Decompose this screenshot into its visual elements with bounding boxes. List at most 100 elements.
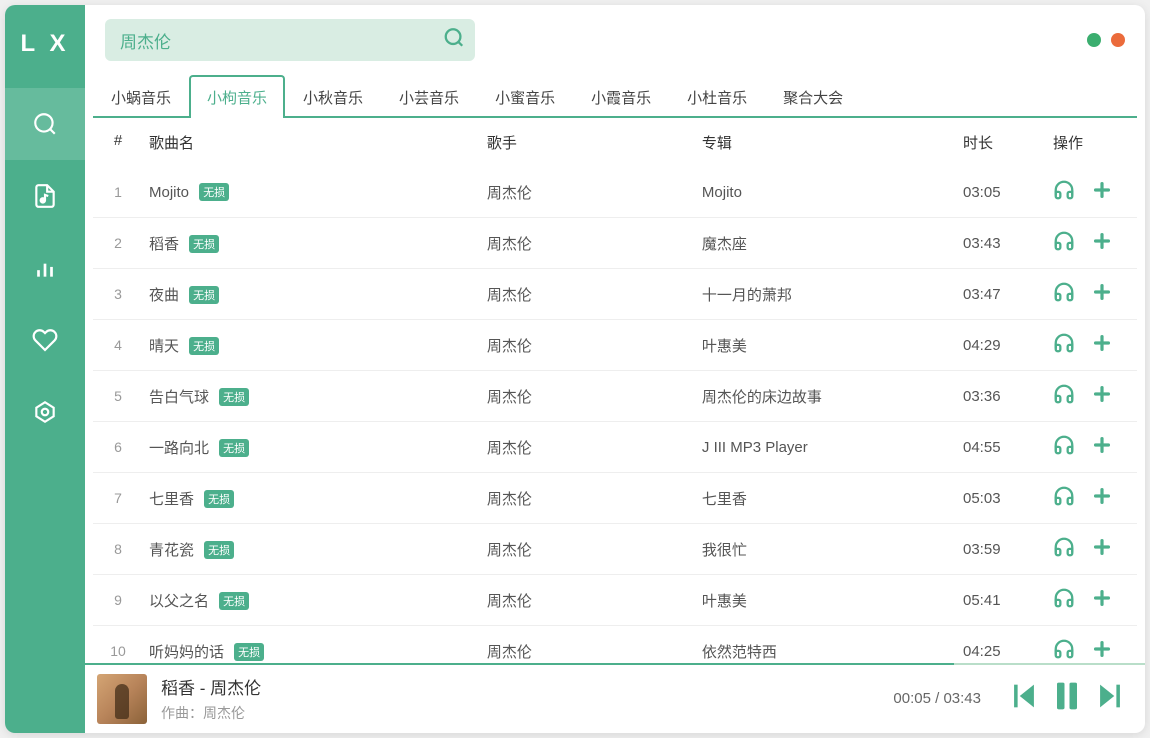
track-info: 稻香 - 周杰伦 作曲：周杰伦 xyxy=(161,674,879,723)
tab-source[interactable]: 小蜗音乐 xyxy=(93,75,189,118)
nav-search[interactable] xyxy=(5,88,85,160)
nav-favorites[interactable] xyxy=(5,304,85,376)
listen-button[interactable] xyxy=(1053,332,1075,358)
nav-leaderboard[interactable] xyxy=(5,232,85,304)
listen-button[interactable] xyxy=(1053,179,1075,205)
song-row[interactable]: 3夜曲 无损周杰伦十一月的萧邦03:47 xyxy=(93,269,1137,320)
nav-songlist[interactable] xyxy=(5,160,85,232)
add-button[interactable] xyxy=(1091,179,1113,205)
row-artist: 周杰伦 xyxy=(487,641,702,662)
headphones-icon xyxy=(1053,536,1075,558)
row-index: 7 xyxy=(97,490,139,506)
song-row[interactable]: 2稻香 无损周杰伦魔杰座03:43 xyxy=(93,218,1137,269)
row-ops xyxy=(1053,485,1133,511)
add-button[interactable] xyxy=(1091,638,1113,663)
row-ops xyxy=(1053,179,1133,205)
listen-button[interactable] xyxy=(1053,230,1075,256)
search-icon xyxy=(32,111,58,137)
now-playing-title: 稻香 - 周杰伦 xyxy=(161,674,879,699)
row-index: 10 xyxy=(97,643,139,659)
headphones-icon xyxy=(1053,485,1075,507)
row-index: 8 xyxy=(97,541,139,557)
tab-source[interactable]: 聚合大会 xyxy=(765,75,861,118)
row-ops xyxy=(1053,587,1133,613)
tab-source[interactable]: 小霞音乐 xyxy=(573,75,669,118)
plus-icon xyxy=(1091,536,1113,558)
tab-source[interactable]: 小蜜音乐 xyxy=(477,75,573,118)
quality-badge: 无损 xyxy=(219,592,249,610)
search-icon xyxy=(443,27,465,49)
song-row[interactable]: 1Mojito 无损周杰伦Mojito03:05 xyxy=(93,167,1137,218)
song-row[interactable]: 9以父之名 无损周杰伦叶惠美05:41 xyxy=(93,575,1137,626)
listen-button[interactable] xyxy=(1053,587,1075,613)
progress-fill xyxy=(85,663,954,665)
headphones-icon xyxy=(1053,638,1075,660)
row-index: 3 xyxy=(97,286,139,302)
song-list[interactable]: 1Mojito 无损周杰伦Mojito03:052稻香 无损周杰伦魔杰座03:4… xyxy=(85,167,1145,663)
song-row[interactable]: 10听妈妈的话 无损周杰伦依然范特西04:25 xyxy=(93,626,1137,663)
nav-settings[interactable] xyxy=(5,376,85,448)
row-duration: 04:55 xyxy=(963,439,1053,456)
close-button[interactable] xyxy=(1111,33,1125,47)
quality-badge: 无损 xyxy=(219,439,249,457)
row-ops xyxy=(1053,434,1133,460)
listen-button[interactable] xyxy=(1053,536,1075,562)
skip-forward-icon xyxy=(1093,679,1127,713)
tab-source[interactable]: 小枸音乐 xyxy=(189,75,285,118)
row-album: 魔杰座 xyxy=(702,233,963,254)
headphones-icon xyxy=(1053,179,1075,201)
search-button[interactable] xyxy=(443,27,465,54)
add-button[interactable] xyxy=(1091,536,1113,562)
row-župx: 一路向北 无损 xyxy=(139,437,487,458)
row-župx: 告白气球 无损 xyxy=(139,386,487,407)
add-button[interactable] xyxy=(1091,587,1113,613)
song-row[interactable]: 8青花瓷 无损周杰伦我很忙03:59 xyxy=(93,524,1137,575)
plus-icon xyxy=(1091,383,1113,405)
quality-badge: 无损 xyxy=(189,337,219,355)
listen-button[interactable] xyxy=(1053,434,1075,460)
add-button[interactable] xyxy=(1091,383,1113,409)
row-album: 叶惠美 xyxy=(702,335,963,356)
quality-badge: 无损 xyxy=(204,541,234,559)
row-župx: 晴天 无损 xyxy=(139,335,487,356)
tab-source[interactable]: 小芸音乐 xyxy=(381,75,477,118)
row-ops xyxy=(1053,230,1133,256)
add-button[interactable] xyxy=(1091,434,1113,460)
row-index: 4 xyxy=(97,337,139,353)
listen-button[interactable] xyxy=(1053,485,1075,511)
plus-icon xyxy=(1091,179,1113,201)
add-button[interactable] xyxy=(1091,230,1113,256)
search-input[interactable] xyxy=(105,19,475,61)
song-row[interactable]: 5告白气球 无损周杰伦周杰伦的床边故事03:36 xyxy=(93,371,1137,422)
row-duration: 03:05 xyxy=(963,184,1053,201)
listen-button[interactable] xyxy=(1053,638,1075,663)
tab-source[interactable]: 小秋音乐 xyxy=(285,75,381,118)
listen-button[interactable] xyxy=(1053,383,1075,409)
song-row[interactable]: 6一路向北 无损周杰伦J III MP3 Player04:55 xyxy=(93,422,1137,473)
listen-button[interactable] xyxy=(1053,281,1075,307)
row-duration: 04:25 xyxy=(963,643,1053,660)
plus-icon xyxy=(1091,230,1113,252)
pause-button[interactable] xyxy=(1047,676,1087,721)
prev-button[interactable] xyxy=(1007,679,1041,718)
headphones-icon xyxy=(1053,587,1075,609)
row-album: Mojito xyxy=(702,184,963,201)
next-button[interactable] xyxy=(1093,679,1127,718)
add-button[interactable] xyxy=(1091,485,1113,511)
heart-icon xyxy=(32,327,58,353)
quality-badge: 无损 xyxy=(189,286,219,304)
row-ops xyxy=(1053,281,1133,307)
quality-badge: 无损 xyxy=(234,643,264,661)
minimize-button[interactable] xyxy=(1087,33,1101,47)
add-button[interactable] xyxy=(1091,332,1113,358)
chart-icon xyxy=(32,255,58,281)
row-duration: 03:47 xyxy=(963,286,1053,303)
song-row[interactable]: 7七里香 无损周杰伦七里香05:03 xyxy=(93,473,1137,524)
add-button[interactable] xyxy=(1091,281,1113,307)
album-cover[interactable] xyxy=(97,674,147,724)
row-album: 我很忙 xyxy=(702,539,963,560)
headphones-icon xyxy=(1053,434,1075,456)
tab-source[interactable]: 小杜音乐 xyxy=(669,75,765,118)
row-artist: 周杰伦 xyxy=(487,182,702,203)
song-row[interactable]: 4晴天 无损周杰伦叶惠美04:29 xyxy=(93,320,1137,371)
